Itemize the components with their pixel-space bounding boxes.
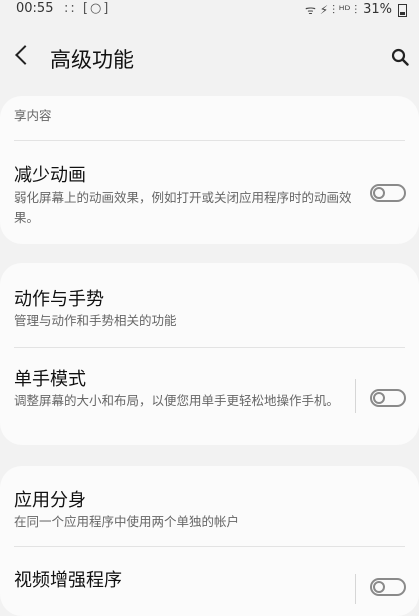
settings-card-3: 应用分身 在同一个应用程序中使用两个单独的帐户 视频增强程序 [0, 466, 419, 616]
notification-icons: :: [○] [64, 1, 111, 16]
battery-percent: 31% [363, 2, 392, 17]
item-desc: 调整屏幕的大小和布局，以便您用单手更轻松地操作手机。 [14, 393, 340, 408]
page-title: 高级功能 [50, 48, 134, 72]
settings-card-1: 享内容 减少动画 弱化屏幕上的动画效果，例如打开或关闭应用程序时的动画效果。 [0, 96, 419, 244]
vertical-separator [355, 574, 356, 604]
chevron-left-icon[interactable] [15, 45, 35, 65]
status-right: ᯤ ⚡ ⫶ ᴴᴰ ⫶ 31% [305, 1, 407, 18]
list-item-partial[interactable]: 享内容 [0, 96, 419, 136]
item-title: 减少动画 [14, 165, 86, 186]
item-title: 单手模式 [14, 369, 86, 390]
item-desc: 在同一个应用程序中使用两个单独的帐户 [14, 514, 240, 529]
item-title: 动作与手势 [14, 289, 104, 310]
battery-icon [398, 4, 407, 17]
vertical-separator [355, 379, 356, 413]
divider [14, 347, 405, 348]
item-title: 视频增强程序 [14, 570, 122, 591]
list-item-dual-messenger[interactable]: 应用分身 在同一个应用程序中使用两个单独的帐户 [0, 466, 419, 542]
video-enhancer-toggle[interactable] [370, 578, 406, 596]
divider [14, 546, 405, 547]
status-time: 00:55 [16, 1, 54, 16]
signal-icons: ᯤ ⚡ ⫶ ᴴᴰ ⫶ [304, 3, 358, 17]
list-item-motions-gestures[interactable]: 动作与手势 管理与动作和手势相关的功能 [0, 263, 419, 343]
list-item-video-enhancer[interactable]: 视频增强程序 [0, 554, 419, 604]
divider [14, 140, 405, 141]
status-bar: 00:55 :: [○] ᯤ ⚡ ⫶ ᴴᴰ ⫶ 31% [0, 0, 419, 20]
item-title: 应用分身 [14, 490, 86, 511]
settings-card-2: 动作与手势 管理与动作和手势相关的功能 单手模式 调整屏幕的大小和布局，以便您用… [0, 263, 419, 445]
search-icon[interactable] [391, 48, 409, 66]
list-item-reduce-animation[interactable]: 减少动画 弱化屏幕上的动画效果，例如打开或关闭应用程序时的动画效果。 [0, 152, 419, 236]
item-desc: 享内容 [14, 108, 52, 123]
reduce-animation-toggle[interactable] [370, 184, 406, 202]
app-header: 高级功能 [0, 36, 419, 80]
item-desc: 弱化屏幕上的动画效果，例如打开或关闭应用程序时的动画效果。 [14, 190, 352, 225]
one-handed-mode-toggle[interactable] [370, 389, 406, 407]
list-item-one-handed-mode[interactable]: 单手模式 调整屏幕的大小和布局，以便您用单手更轻松地操作手机。 [0, 351, 419, 443]
item-desc: 管理与动作和手势相关的功能 [14, 313, 177, 328]
